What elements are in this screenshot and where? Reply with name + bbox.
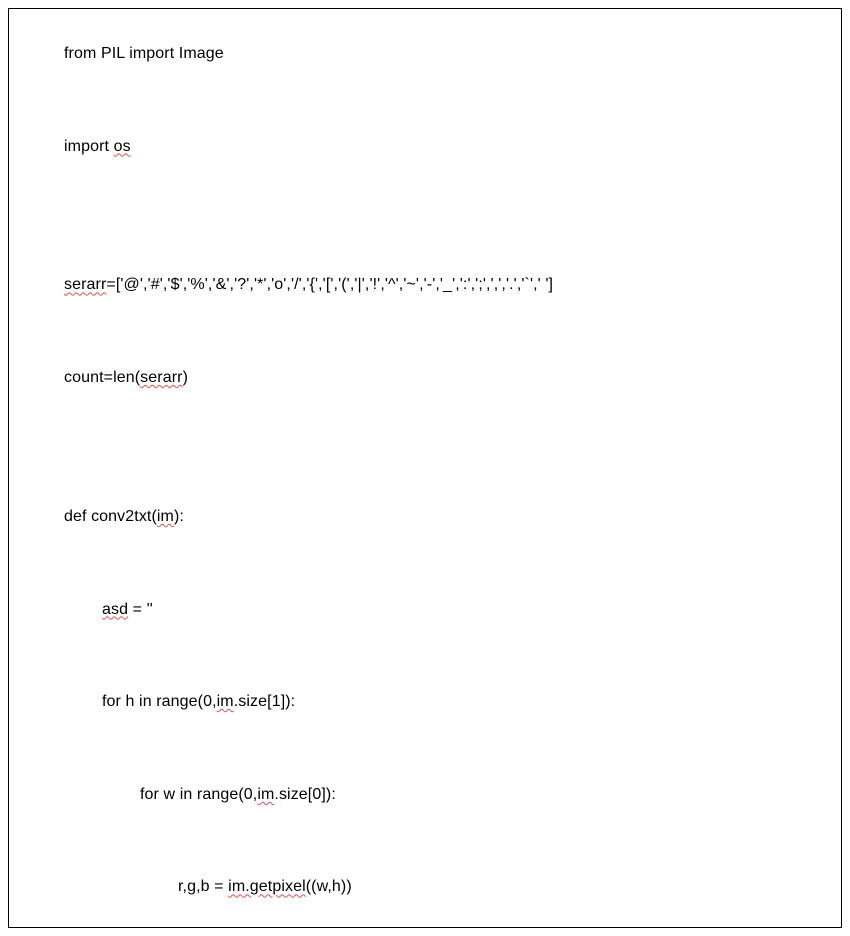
code-line: for h in range(0,im.size[1]): — [64, 692, 796, 713]
code-line: count=len(serarr) — [64, 368, 796, 389]
code-line — [64, 414, 796, 435]
code-line — [64, 831, 796, 852]
code-line: def conv2txt(im): — [64, 507, 796, 528]
code-line: r,g,b = im.getpixel((w,h)) — [64, 877, 796, 898]
code-line — [64, 183, 796, 204]
code-line — [64, 229, 796, 250]
code-line — [64, 924, 796, 928]
code-line — [64, 646, 796, 667]
code-line — [64, 461, 796, 482]
code-line — [64, 322, 796, 343]
code-line: asd = '' — [64, 600, 796, 621]
code-line — [64, 553, 796, 574]
code-line: from PIL import Image — [64, 44, 796, 65]
code-line — [64, 90, 796, 111]
code-block: from PIL import Image import os serarr=[… — [8, 8, 842, 928]
code-line: for w in range(0,im.size[0]): — [64, 785, 796, 806]
code-line: import os — [64, 137, 796, 158]
code-line: serarr=['@','#','$','%','&','?','*','o',… — [64, 275, 796, 296]
code-line — [64, 738, 796, 759]
